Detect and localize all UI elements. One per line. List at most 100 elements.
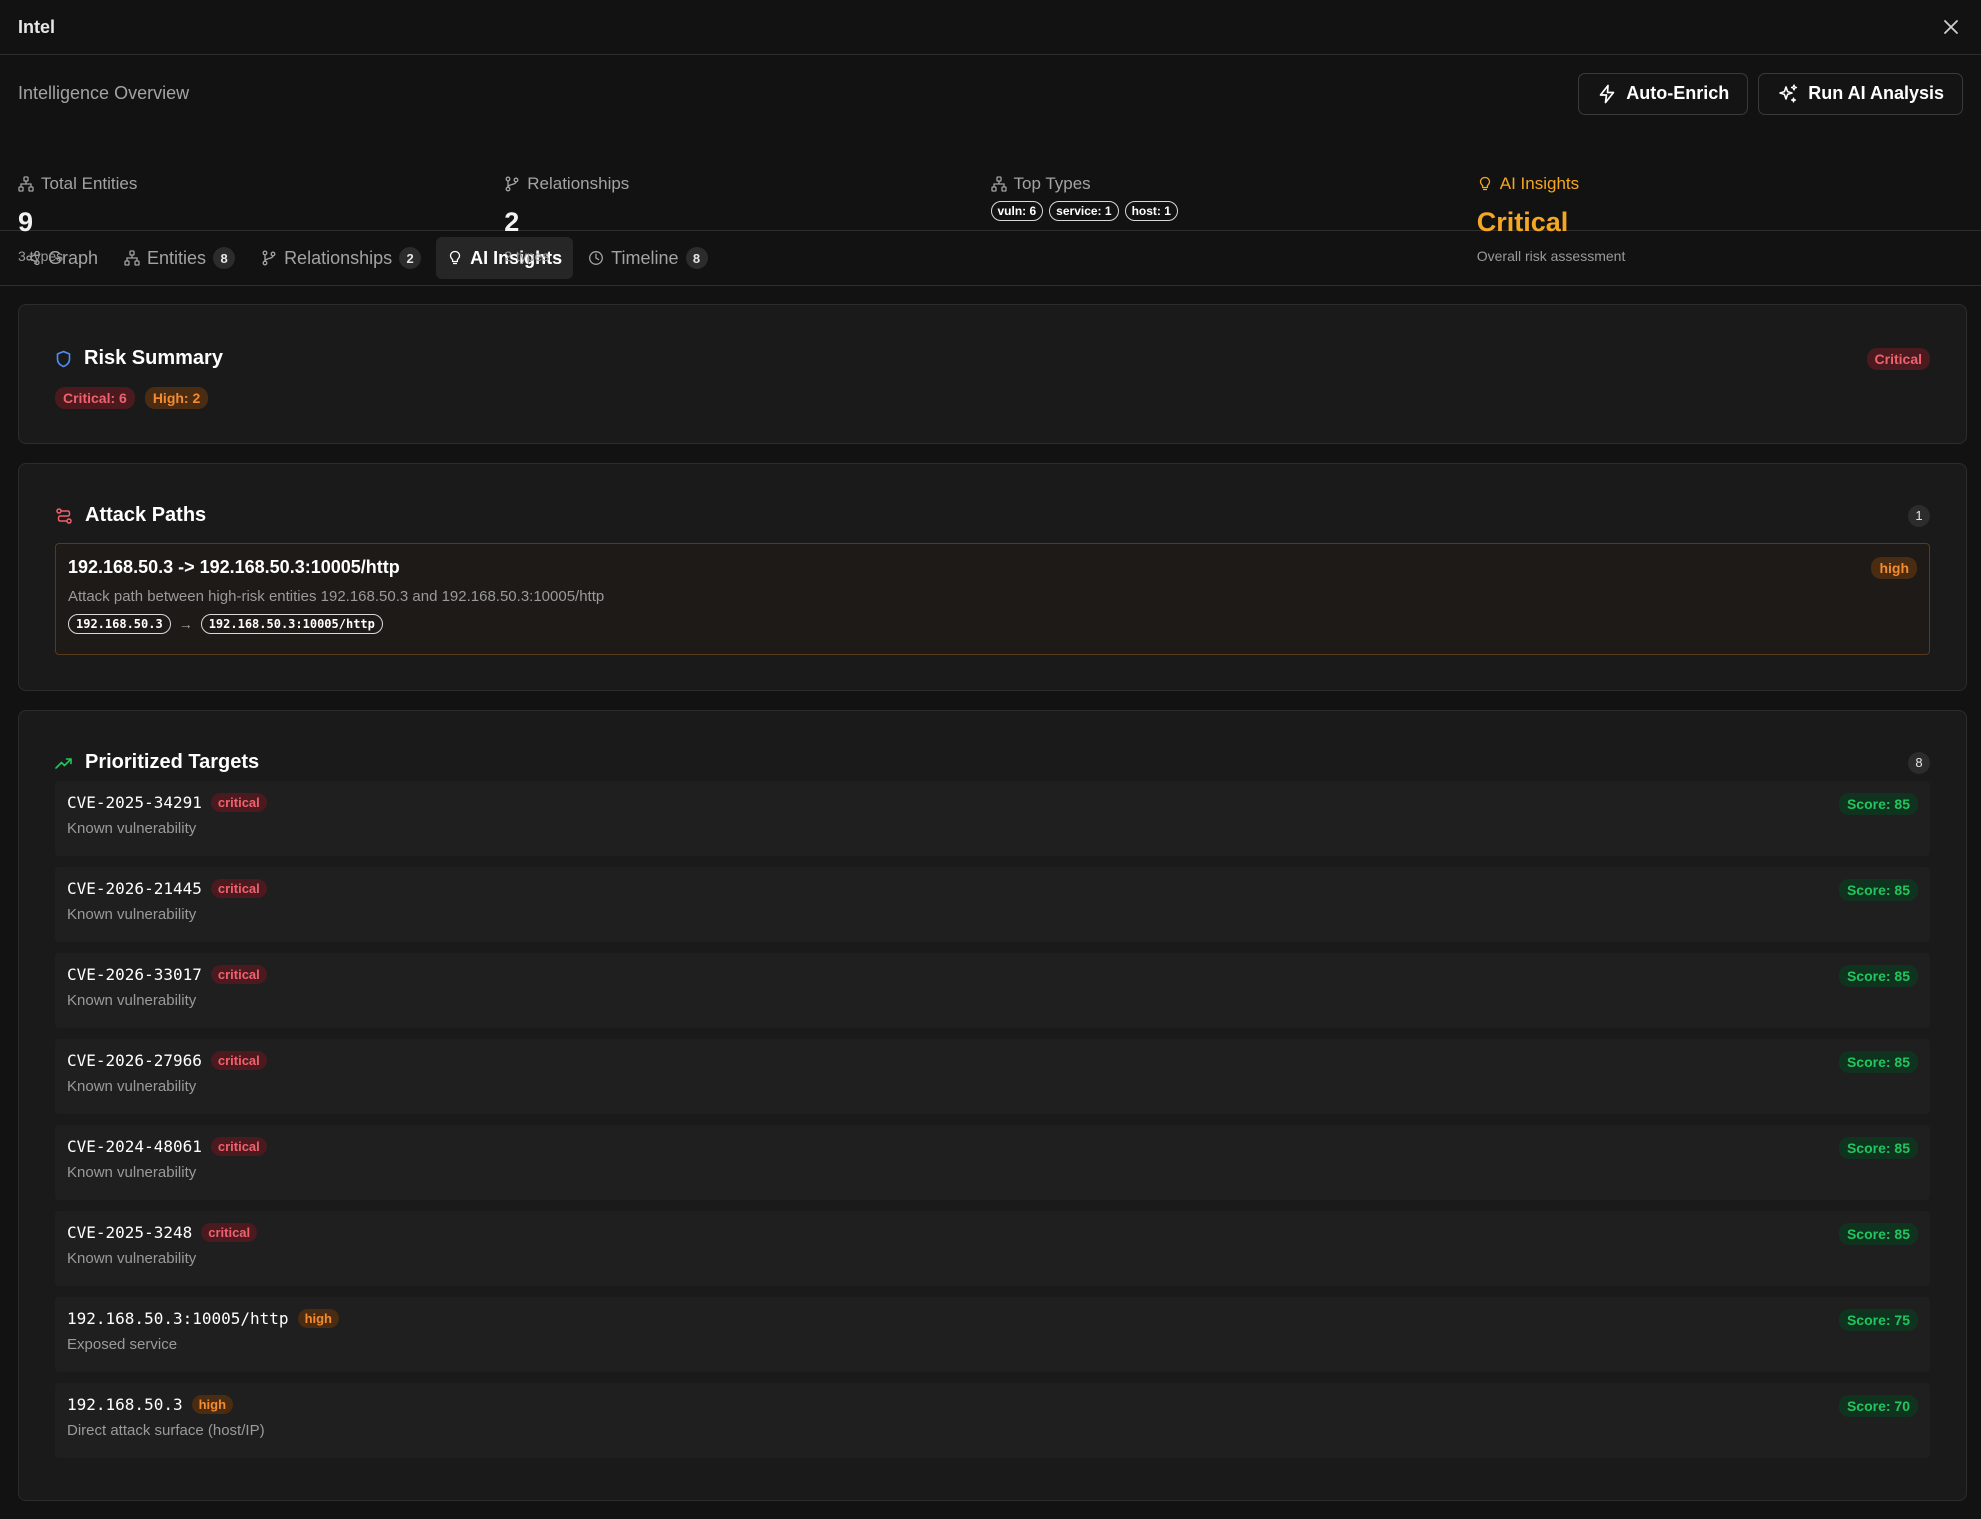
severity-badge: critical [210,879,267,898]
attack-path-title: 192.168.50.3 -> 192.168.50.3:10005/http [68,557,400,577]
score-badge: Score: 85 [1838,1051,1918,1073]
severity-badge: critical [210,793,267,812]
run-ai-analysis-button[interactable]: Run AI Analysis [1758,72,1963,115]
stat-relationships: Relationships 2 2 types [504,171,990,264]
stat-ai-insights: AI Insights Critical Overall risk assess… [1477,171,1963,264]
stat-relationships-sub: 2 types [504,248,550,264]
prioritized-targets-heading: Prioritized Targets [55,751,259,774]
score-badge: Score: 75 [1838,1309,1918,1331]
target-row[interactable]: CVE-2026-33017 critical Known vulnerabil… [55,953,1930,1028]
severity-badge: critical [210,1051,267,1070]
severity-badge: high [191,1395,234,1414]
close-icon[interactable] [1939,15,1963,39]
overview-actions: Auto-Enrich Run AI Analysis [1578,72,1963,115]
target-description: Exposed service [67,1336,178,1353]
stat-total-entities: Total Entities 9 3 types [18,171,504,264]
lightbulb-icon [1477,176,1493,192]
stat-total-entities-sub: 3 types [18,248,64,264]
attack-paths-count: 1 [1908,504,1930,527]
target-name: 192.168.50.3:10005/http [67,1309,289,1328]
severity-badge: high [297,1309,339,1328]
target-description: Known vulnerability [67,1164,197,1181]
target-name: CVE-2025-34291 [67,793,202,812]
target-name: CVE-2025-3248 [67,1223,193,1242]
score-badge: Score: 85 [1838,879,1918,901]
target-description: Known vulnerability [67,1250,197,1267]
risk-counts: Critical: 6 High: 2 [55,387,1930,409]
path-node-source: 192.168.50.3 [68,614,171,634]
path-node-target: 192.168.50.3:10005/http [200,614,383,634]
window-title: Intel [18,16,56,37]
risk-level-badge: Critical [1866,347,1930,370]
attack-path-description: Attack path between high-risk entities 1… [68,588,605,605]
attack-path-item[interactable]: 192.168.50.3 -> 192.168.50.3:10005/http … [55,543,1930,655]
type-chip: vuln: 6 [990,201,1044,221]
target-description: Known vulnerability [67,992,197,1009]
stat-total-entities-value: 9 [18,207,34,237]
stat-relationships-label-row: Relationships [504,171,990,197]
stat-total-entities-label-row: Total Entities [18,171,504,197]
stat-top-types-label-row: Top Types [990,171,1477,197]
overview-stats: Total Entities 9 3 types Relationships 2… [18,174,1963,264]
prioritized-targets-title: Prioritized Targets [85,751,260,773]
target-description: Known vulnerability [67,820,197,837]
target-row[interactable]: 192.168.50.3:10005/http high Exposed ser… [55,1297,1930,1372]
target-name: CVE-2024-48061 [67,1137,202,1156]
attack-path-severity-badge: high [1871,557,1917,579]
risk-summary-heading: Risk Summary [55,347,223,370]
stat-relationships-value: 2 [504,207,520,237]
severity-badge: critical [201,1223,258,1242]
sparkles-icon [1777,83,1799,105]
risk-summary-card: Risk Summary Critical Critical: 6 High: … [18,304,1967,444]
target-name: CVE-2026-33017 [67,965,202,984]
network-icon [18,176,34,192]
prioritized-targets-card: Prioritized Targets 8 CVE-2025-34291 cri… [18,710,1967,1501]
route-icon [55,507,73,525]
stat-ai-insights-label: AI Insights [1499,174,1580,193]
type-chip: host: 1 [1124,201,1178,221]
target-row[interactable]: CVE-2026-21445 critical Known vulnerabil… [55,867,1930,942]
target-row[interactable]: CVE-2025-34291 critical Known vulnerabil… [55,781,1930,856]
network-icon [990,176,1007,192]
arrow-right-icon: → [178,616,193,632]
git-branch-icon [504,176,520,192]
stat-ai-insights-label-row: AI Insights [1477,171,1963,197]
top-types-chips: vuln: 6 service: 1 host: 1 [990,201,1477,221]
target-name: CVE-2026-27966 [67,1051,202,1070]
intelligence-overview: Intelligence Overview Auto-Enrich Run AI… [0,55,1981,264]
overview-title: Intelligence Overview [18,83,190,103]
stat-relationships-label: Relationships [527,174,630,193]
attack-paths-title: Attack Paths [85,504,207,526]
score-badge: Score: 85 [1838,1223,1918,1245]
stat-ai-insights-value: Critical [1476,207,1569,237]
target-row[interactable]: CVE-2026-27966 critical Known vulnerabil… [55,1039,1930,1114]
stat-total-entities-label: Total Entities [41,174,138,193]
target-row[interactable]: CVE-2024-48061 critical Known vulnerabil… [55,1125,1930,1200]
lightning-icon [1597,84,1617,104]
target-description: Known vulnerability [67,1078,197,1095]
window-titlebar: Intel [0,0,1981,55]
trending-up-icon [55,756,73,770]
stat-top-types: Top Types vuln: 6 service: 1 host: 1 [990,171,1477,264]
auto-enrich-label: Auto-Enrich [1626,83,1730,103]
ai-insights-panel: Risk Summary Critical Critical: 6 High: … [0,286,1981,1501]
target-list: CVE-2025-34291 critical Known vulnerabil… [55,781,1930,1458]
score-badge: Score: 85 [1838,1137,1918,1159]
run-ai-analysis-label: Run AI Analysis [1808,83,1944,103]
attack-path-nodes: 192.168.50.3 → 192.168.50.3:10005/http [68,614,1917,634]
target-description: Direct attack surface (host/IP) [67,1422,265,1439]
target-row[interactable]: 192.168.50.3 high Direct attack surface … [55,1383,1930,1458]
risk-summary-title: Risk Summary [84,347,223,369]
type-chip: service: 1 [1049,201,1119,221]
stat-ai-insights-sub: Overall risk assessment [1476,248,1626,264]
stat-top-types-label: Top Types [1013,174,1091,193]
severity-badge: critical [210,1137,267,1156]
score-badge: Score: 85 [1838,965,1918,987]
score-badge: Score: 85 [1838,793,1918,815]
target-description: Known vulnerability [67,906,197,923]
high-count-badge: High: 2 [144,387,209,409]
target-name: 192.168.50.3 [67,1395,183,1414]
target-row[interactable]: CVE-2025-3248 critical Known vulnerabili… [55,1211,1930,1286]
auto-enrich-button[interactable]: Auto-Enrich [1578,72,1749,115]
targets-count: 8 [1908,751,1930,774]
